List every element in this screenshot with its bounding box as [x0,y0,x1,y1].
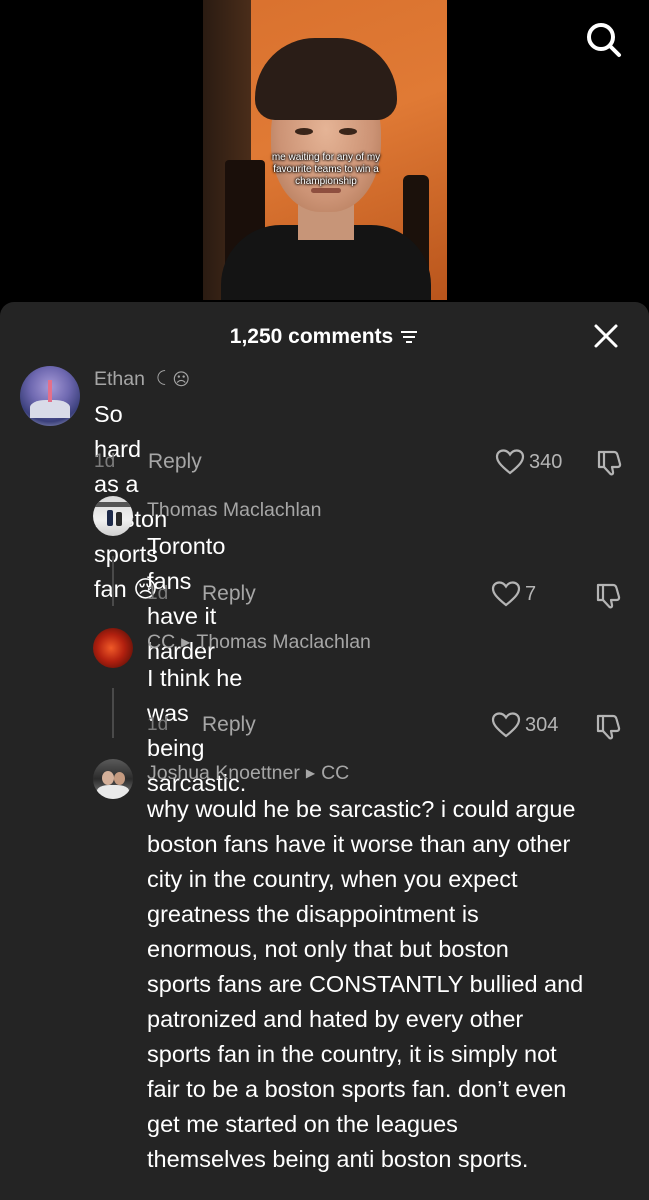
thread-line [112,556,114,606]
like-button[interactable]: 7 [491,580,536,608]
comment-time: 1d [94,451,116,472]
user-badge: ꉔ ☹ [154,370,191,389]
person-eye-left [295,128,313,135]
like-count: 304 [525,713,559,736]
search-button[interactable] [584,20,624,60]
reply-button[interactable]: Reply [202,582,256,606]
comments-header: 1,250 comments [0,320,649,354]
comment-text-line: enormous, not only that but boston [147,936,509,962]
avatar[interactable] [20,366,80,426]
close-icon [594,324,618,348]
video-player[interactable]: me waiting for any of my favourite teams… [0,0,649,310]
comment-text-line: get me started on the leagues [147,1111,458,1137]
comment-text-line: patronized and hated by every other [147,1006,524,1032]
person-mouth [311,188,341,193]
like-button[interactable]: 304 [491,711,558,739]
comment-text-line: sports fans are CONSTANTLY bullied and [147,971,584,997]
person-hair [255,38,397,120]
avatar[interactable] [93,496,133,536]
thumbs-down-icon [596,583,621,609]
avatar[interactable] [93,759,133,799]
heart-icon [491,581,521,607]
reply-to-username[interactable]: CC [321,762,349,784]
sort-icon[interactable] [399,329,419,345]
reply-arrow-icon: ▶ [305,766,316,780]
avatar[interactable] [93,628,133,668]
search-icon [587,23,621,57]
thread-line [112,688,114,738]
dislike-button[interactable] [594,711,624,741]
video-caption: me waiting for any of my favourite teams… [271,152,381,187]
heart-icon [495,449,525,475]
comment-text-line: why would he be sarcastic? i could argue [147,796,576,822]
comment-text-line: boston fans have it worse than any other [147,831,571,857]
comment-username[interactable]: CC [147,631,175,653]
close-button[interactable] [590,320,622,352]
video-thumbnail[interactable]: me waiting for any of my favourite teams… [203,0,447,300]
comment-time: 1d [147,583,169,604]
dislike-button[interactable] [594,580,624,610]
comment-time: 1d [147,714,169,735]
thumbs-down-icon [597,450,622,476]
person-eye-right [339,128,357,135]
reply-to-username[interactable]: Thomas Maclachlan [196,631,371,653]
comment-text: why would he be sarcastic? i could argue… [147,792,637,1177]
reply-button[interactable]: Reply [148,450,202,474]
comment-username[interactable]: Thomas Maclachlan [147,499,322,522]
like-count: 340 [529,450,563,473]
comment-text-line: sports fan in the country, it is simply … [147,1041,557,1067]
like-count: 7 [525,582,537,605]
comment-text-line: greatness the disappointment is [147,901,479,927]
comment-text-line: city in the country, when you expect [147,866,518,892]
like-button[interactable]: 340 [495,448,562,476]
dislike-button[interactable] [595,447,625,477]
reply-arrow-icon: ▶ [181,635,191,649]
heart-icon [491,712,521,738]
reply-button[interactable]: Reply [202,713,256,737]
comment-text-line: themselves being anti boston sports. [147,1146,529,1172]
comment-username[interactable]: Joshua Knoettner [147,762,300,784]
comment-count: 1,250 comments [229,325,394,348]
comment-username[interactable]: Ethan [94,368,145,390]
comment-text-line: fair to be a boston sports fan. don’t ev… [147,1076,567,1102]
thumbs-down-icon [596,714,621,740]
